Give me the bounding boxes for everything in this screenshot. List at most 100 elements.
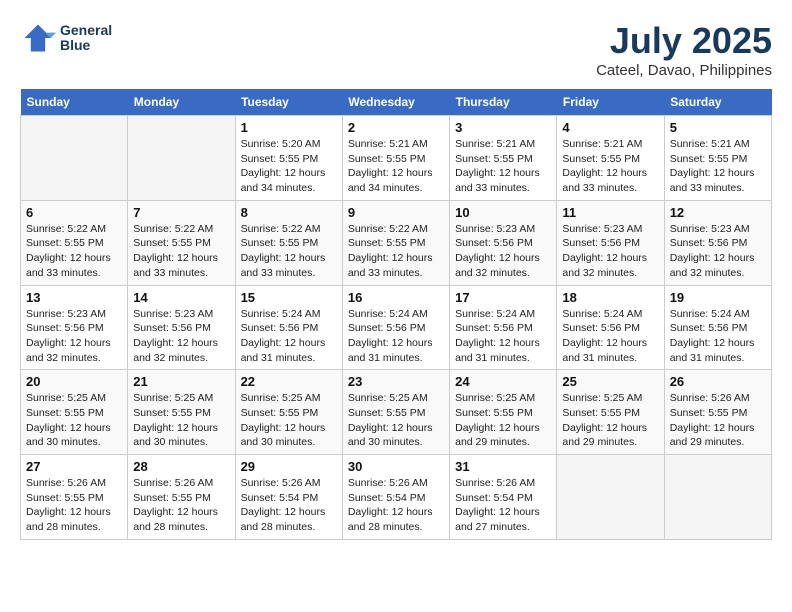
header-saturday: Saturday (664, 89, 771, 116)
day-number: 28 (133, 459, 229, 474)
day-number: 8 (241, 205, 337, 220)
day-number: 1 (241, 120, 337, 135)
calendar-cell (557, 455, 664, 540)
day-number: 17 (455, 290, 551, 305)
logo: General Blue (20, 20, 112, 56)
day-info: Sunrise: 5:25 AMSunset: 5:55 PMDaylight:… (348, 391, 444, 450)
day-info: Sunrise: 5:26 AMSunset: 5:55 PMDaylight:… (26, 476, 122, 535)
header-thursday: Thursday (450, 89, 557, 116)
day-info: Sunrise: 5:24 AMSunset: 5:56 PMDaylight:… (241, 307, 337, 366)
calendar-week-4: 20 Sunrise: 5:25 AMSunset: 5:55 PMDayligh… (21, 370, 772, 455)
day-number: 18 (562, 290, 658, 305)
logo-text: General Blue (60, 23, 112, 54)
day-info: Sunrise: 5:25 AMSunset: 5:55 PMDaylight:… (455, 391, 551, 450)
calendar-week-2: 6 Sunrise: 5:22 AMSunset: 5:55 PMDaylight… (21, 200, 772, 285)
calendar-cell: 31 Sunrise: 5:26 AMSunset: 5:54 PMDayligh… (450, 455, 557, 540)
day-number: 12 (670, 205, 766, 220)
day-info: Sunrise: 5:24 AMSunset: 5:56 PMDaylight:… (455, 307, 551, 366)
day-number: 11 (562, 205, 658, 220)
day-info: Sunrise: 5:25 AMSunset: 5:55 PMDaylight:… (133, 391, 229, 450)
calendar-cell: 2Sunrise: 5:21 AMSunset: 5:55 PMDaylight… (342, 116, 449, 201)
day-info: Sunrise: 5:23 AMSunset: 5:56 PMDaylight:… (670, 222, 766, 281)
day-number: 5 (670, 120, 766, 135)
calendar-cell: 28 Sunrise: 5:26 AMSunset: 5:55 PMDayligh… (128, 455, 235, 540)
day-info: Sunrise: 5:21 AMSunset: 5:55 PMDaylight:… (670, 137, 766, 196)
day-info: Sunrise: 5:24 AMSunset: 5:56 PMDaylight:… (562, 307, 658, 366)
calendar-cell: 8 Sunrise: 5:22 AMSunset: 5:55 PMDaylight… (235, 200, 342, 285)
day-info: Sunrise: 5:23 AMSunset: 5:56 PMDaylight:… (133, 307, 229, 366)
day-info: Sunrise: 5:26 AMSunset: 5:54 PMDaylight:… (241, 476, 337, 535)
calendar-cell: 30Sunrise: 5:26 AMSunset: 5:54 PMDayligh… (342, 455, 449, 540)
calendar-cell: 21 Sunrise: 5:25 AMSunset: 5:55 PMDayligh… (128, 370, 235, 455)
day-number: 21 (133, 374, 229, 389)
calendar-header-row: SundayMondayTuesdayWednesdayThursdayFrid… (21, 89, 772, 116)
day-info: Sunrise: 5:25 AMSunset: 5:55 PMDaylight:… (241, 391, 337, 450)
calendar-week-5: 27 Sunrise: 5:26 AMSunset: 5:55 PMDayligh… (21, 455, 772, 540)
page-header: General Blue July 2025 Cateel, Davao, Ph… (20, 20, 772, 79)
day-info: Sunrise: 5:22 AMSunset: 5:55 PMDaylight:… (133, 222, 229, 281)
day-info: Sunrise: 5:20 AMSunset: 5:55 PMDaylight:… (241, 137, 337, 196)
header-wednesday: Wednesday (342, 89, 449, 116)
calendar-cell: 10 Sunrise: 5:23 AMSunset: 5:56 PMDayligh… (450, 200, 557, 285)
day-number: 30 (348, 459, 444, 474)
header-friday: Friday (557, 89, 664, 116)
day-number: 7 (133, 205, 229, 220)
calendar-cell: 17 Sunrise: 5:24 AMSunset: 5:56 PMDayligh… (450, 285, 557, 370)
header-sunday: Sunday (21, 89, 128, 116)
day-number: 13 (26, 290, 122, 305)
calendar-cell: 13 Sunrise: 5:23 AMSunset: 5:56 PMDayligh… (21, 285, 128, 370)
day-number: 31 (455, 459, 551, 474)
day-info: Sunrise: 5:26 AMSunset: 5:54 PMDaylight:… (455, 476, 551, 535)
calendar-cell: 20 Sunrise: 5:25 AMSunset: 5:55 PMDayligh… (21, 370, 128, 455)
calendar-cell: 29 Sunrise: 5:26 AMSunset: 5:54 PMDayligh… (235, 455, 342, 540)
day-number: 6 (26, 205, 122, 220)
calendar-cell: 14Sunrise: 5:23 AMSunset: 5:56 PMDayligh… (128, 285, 235, 370)
day-number: 16 (348, 290, 444, 305)
day-info: Sunrise: 5:23 AMSunset: 5:56 PMDaylight:… (26, 307, 122, 366)
calendar-cell: 24 Sunrise: 5:25 AMSunset: 5:55 PMDayligh… (450, 370, 557, 455)
calendar-cell: 26Sunrise: 5:26 AMSunset: 5:55 PMDayligh… (664, 370, 771, 455)
day-number: 9 (348, 205, 444, 220)
calendar-week-1: 1 Sunrise: 5:20 AMSunset: 5:55 PMDaylight… (21, 116, 772, 201)
calendar-cell (21, 116, 128, 201)
header-monday: Monday (128, 89, 235, 116)
calendar-week-3: 13 Sunrise: 5:23 AMSunset: 5:56 PMDayligh… (21, 285, 772, 370)
day-number: 24 (455, 374, 551, 389)
day-number: 29 (241, 459, 337, 474)
day-number: 25 (562, 374, 658, 389)
day-info: Sunrise: 5:24 AMSunset: 5:56 PMDaylight:… (348, 307, 444, 366)
logo-icon (20, 20, 56, 56)
day-number: 10 (455, 205, 551, 220)
calendar-cell: 27 Sunrise: 5:26 AMSunset: 5:55 PMDayligh… (21, 455, 128, 540)
day-number: 4 (562, 120, 658, 135)
calendar-cell: 6 Sunrise: 5:22 AMSunset: 5:55 PMDaylight… (21, 200, 128, 285)
day-info: Sunrise: 5:26 AMSunset: 5:55 PMDaylight:… (670, 391, 766, 450)
day-info: Sunrise: 5:21 AMSunset: 5:55 PMDaylight:… (455, 137, 551, 196)
calendar-cell: 15 Sunrise: 5:24 AMSunset: 5:56 PMDayligh… (235, 285, 342, 370)
day-number: 23 (348, 374, 444, 389)
calendar-cell: 5 Sunrise: 5:21 AMSunset: 5:55 PMDaylight… (664, 116, 771, 201)
day-info: Sunrise: 5:22 AMSunset: 5:55 PMDaylight:… (241, 222, 337, 281)
day-number: 3 (455, 120, 551, 135)
day-info: Sunrise: 5:25 AMSunset: 5:55 PMDaylight:… (562, 391, 658, 450)
title-section: July 2025 Cateel, Davao, Philippines (596, 20, 772, 79)
day-info: Sunrise: 5:24 AMSunset: 5:56 PMDaylight:… (670, 307, 766, 366)
day-info: Sunrise: 5:26 AMSunset: 5:55 PMDaylight:… (133, 476, 229, 535)
day-info: Sunrise: 5:23 AMSunset: 5:56 PMDaylight:… (562, 222, 658, 281)
day-number: 22 (241, 374, 337, 389)
logo-line1: General (60, 23, 112, 38)
day-info: Sunrise: 5:23 AMSunset: 5:56 PMDaylight:… (455, 222, 551, 281)
day-info: Sunrise: 5:25 AMSunset: 5:55 PMDaylight:… (26, 391, 122, 450)
calendar-table: SundayMondayTuesdayWednesdayThursdayFrid… (20, 89, 772, 540)
day-info: Sunrise: 5:21 AMSunset: 5:55 PMDaylight:… (348, 137, 444, 196)
day-number: 15 (241, 290, 337, 305)
day-info: Sunrise: 5:22 AMSunset: 5:55 PMDaylight:… (26, 222, 122, 281)
day-number: 27 (26, 459, 122, 474)
calendar-cell (664, 455, 771, 540)
calendar-cell: 9 Sunrise: 5:22 AMSunset: 5:55 PMDaylight… (342, 200, 449, 285)
calendar-cell: 7 Sunrise: 5:22 AMSunset: 5:55 PMDaylight… (128, 200, 235, 285)
calendar-cell: 1 Sunrise: 5:20 AMSunset: 5:55 PMDaylight… (235, 116, 342, 201)
day-number: 20 (26, 374, 122, 389)
day-info: Sunrise: 5:22 AMSunset: 5:55 PMDaylight:… (348, 222, 444, 281)
calendar-cell: 19Sunrise: 5:24 AMSunset: 5:56 PMDayligh… (664, 285, 771, 370)
